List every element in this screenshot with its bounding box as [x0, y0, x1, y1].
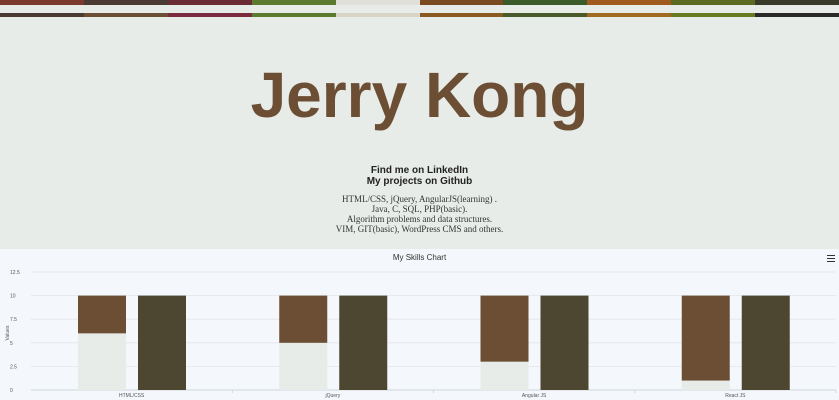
page-title: Jerry Kong	[250, 59, 589, 131]
x-tick-label: React JS	[725, 393, 746, 399]
y-tick-label: 10	[10, 294, 16, 300]
skills-line: Java, C, SQL, PHP(basic).	[371, 204, 468, 214]
skills-chart-panel: My Skills Chart 0 2.5 5 7.5 10 12.5 Values HTML…	[0, 249, 839, 400]
bar-jquery	[279, 342, 328, 390]
stripe-row-top	[0, 0, 839, 5]
y-tick-label: 12.5	[10, 270, 20, 276]
linkedin-link[interactable]: Find me on LinkedIn	[0, 165, 839, 176]
skills-description: HTML/CSS, jQuery, AngularJS(learning) . …	[0, 194, 839, 234]
github-link[interactable]: My projects on Github	[0, 176, 839, 187]
stripe-row-bottom	[0, 13, 839, 17]
bar-angular-js	[540, 295, 589, 390]
bar-jquery	[339, 295, 388, 390]
y-tick-label: 0	[10, 388, 13, 394]
bar-react-js	[681, 295, 730, 381]
x-tick-label: jQuery	[325, 393, 341, 399]
skills-line: HTML/CSS, jQuery, AngularJS(learning) .	[342, 194, 497, 204]
y-axis-label: Values	[5, 325, 11, 340]
y-tick-label: 7.5	[10, 317, 17, 323]
y-tick-label: 5	[10, 341, 13, 347]
bar-react-js	[681, 380, 730, 390]
bar-jquery	[279, 295, 328, 343]
bar-html-css	[78, 295, 126, 334]
bar-angular-js	[480, 295, 529, 362]
bar-angular-js	[480, 361, 529, 390]
y-tick-label: 2.5	[10, 364, 17, 370]
skills-bar-chart: 0 2.5 5 7.5 10 12.5 Values HTML/CSS jQuery Angula…	[5, 270, 837, 399]
bar-html-css	[138, 295, 186, 390]
bar-react-js	[741, 295, 790, 390]
skills-line: Algorithm problems and data structures.	[346, 214, 493, 224]
x-tick-label: HTML/CSS	[119, 393, 145, 399]
bar-html-css	[78, 333, 126, 390]
decorative-stripes	[0, 0, 839, 20]
x-tick-label: Angular JS	[522, 393, 547, 399]
skills-line: VIM, GIT(basic), WordPress CMS and other…	[335, 224, 504, 234]
profile-links: Find me on LinkedIn My projects on Githu…	[0, 165, 839, 187]
hero-section: Jerry Kong Find me on LinkedIn My projec…	[0, 20, 839, 248]
